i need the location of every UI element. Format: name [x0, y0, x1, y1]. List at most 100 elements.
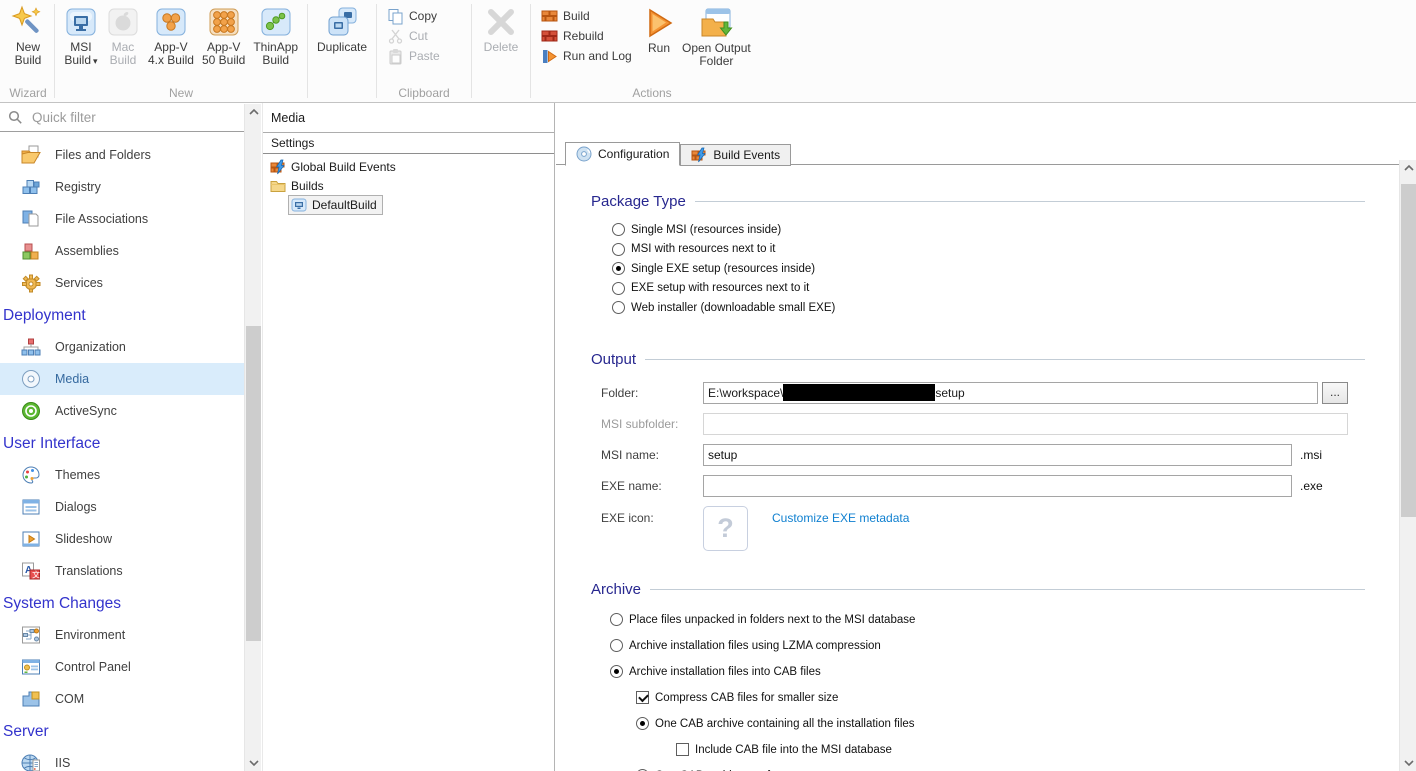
open-output-folder-button[interactable]: Open OutputFolder — [679, 4, 754, 68]
mac-apple-cube-icon — [106, 5, 140, 39]
configuration-panel: Configuration Build Events Package Type … — [556, 103, 1416, 771]
scroll-down-arrow-icon[interactable] — [1400, 755, 1416, 771]
radio-single-msi[interactable] — [612, 223, 625, 236]
radio-option-row[interactable]: One CAB archive per feature — [636, 763, 1399, 771]
sidebar-item-iis[interactable]: IIS — [0, 747, 244, 771]
radio-one-cab-all-files[interactable] — [636, 717, 649, 730]
radio-unpacked-folders[interactable] — [610, 613, 623, 626]
sidebar-item-label: File Associations — [55, 212, 148, 226]
appv4-build-button[interactable]: App-V4.x Build — [145, 3, 197, 67]
msi-build-button[interactable]: MSIBuild▾ — [61, 3, 101, 68]
msi-build-label-2: Build — [64, 53, 91, 67]
sidebar-item-slideshow[interactable]: Slideshow — [0, 523, 244, 555]
sidebar-item-registry[interactable]: Registry — [0, 171, 244, 203]
com-puzzle-icon — [20, 688, 42, 710]
sidebar-item-services[interactable]: Services — [0, 267, 244, 299]
exe-icon-placeholder-box[interactable]: ? — [703, 506, 748, 551]
thinapp-build-button[interactable]: ThinAppBuild — [250, 3, 301, 67]
sidebar-item-assemblies[interactable]: Assemblies — [0, 235, 244, 267]
rebuild-button[interactable]: Rebuild — [537, 26, 637, 46]
quick-filter — [0, 103, 244, 132]
checkbox-option-row[interactable]: Compress CAB files for smaller size — [636, 685, 1399, 711]
checkbox-include-cab-msi[interactable] — [676, 743, 689, 756]
ribbon-group-label-duplicate — [308, 86, 376, 102]
quick-filter-input[interactable] — [30, 109, 236, 126]
duplicate-button[interactable]: Duplicate — [314, 3, 370, 54]
exe-name-label: EXE name: — [601, 479, 703, 493]
sidebar-item-themes[interactable]: Themes — [0, 459, 244, 491]
rebuild-label: Rebuild — [563, 29, 604, 43]
cut-scissors-icon — [387, 28, 404, 45]
checkbox-label: Compress CAB files for smaller size — [655, 692, 838, 704]
tree-item-global-build-events[interactable]: Global Build Events — [263, 157, 554, 176]
customize-exe-metadata-link[interactable]: Customize EXE metadata — [772, 506, 909, 525]
msi-build-dropdown-arrow-icon[interactable]: ▾ — [93, 56, 98, 66]
radio-option-row[interactable]: One CAB archive containing all the insta… — [636, 711, 1399, 737]
new-build-button[interactable]: NewBuild — [8, 3, 48, 67]
rebuild-bricks-icon — [541, 28, 558, 45]
tree-column-header[interactable]: Settings — [263, 133, 554, 154]
files-and-folders-icon — [20, 144, 42, 166]
sidebar-item-environment[interactable]: Environment — [0, 619, 244, 651]
thinapp-cube-icon — [259, 5, 293, 39]
radio-option-row[interactable]: Archive installation files using LZMA co… — [610, 633, 1399, 659]
content-scrollbar[interactable] — [1399, 160, 1416, 771]
run-label: Run — [648, 41, 670, 55]
section-title-archive: Archive — [591, 580, 1365, 600]
checkbox-compress-cab[interactable] — [636, 691, 649, 704]
sidebar-item-organization[interactable]: Organization — [0, 331, 244, 363]
tree-item-builds[interactable]: Builds — [263, 176, 554, 195]
radio-option-row[interactable]: Place files unpacked in folders next to … — [610, 607, 1399, 633]
sidebar-item-com[interactable]: COM — [0, 683, 244, 715]
scroll-up-arrow-icon[interactable] — [245, 104, 262, 120]
sidebar-item-control-panel[interactable]: Control Panel — [0, 651, 244, 683]
tab-configuration[interactable]: Configuration — [565, 142, 680, 166]
run-and-log-button[interactable]: Run and Log — [537, 46, 637, 66]
exe-name-input[interactable] — [703, 475, 1292, 497]
sidebar-item-dialogs[interactable]: Dialogs — [0, 491, 244, 523]
sidebar-scrollbar-thumb[interactable] — [246, 326, 261, 641]
configuration-content: Package Type Single MSI (resources insid… — [556, 164, 1399, 771]
radio-msi-resources-next[interactable] — [612, 243, 625, 256]
copy-icon — [387, 8, 404, 25]
sidebar-item-files-and-folders[interactable]: Files and Folders — [0, 139, 244, 171]
tab-build-events[interactable]: Build Events — [680, 144, 791, 166]
copy-button[interactable]: Copy — [383, 6, 444, 26]
radio-option-row[interactable]: Web installer (downloadable small EXE) — [612, 298, 1399, 318]
radio-option-row[interactable]: MSI with resources next to it — [612, 240, 1399, 260]
assemblies-cubes-icon — [20, 240, 42, 262]
radio-option-row[interactable]: Single EXE setup (resources inside) — [612, 259, 1399, 279]
tree-item-defaultbuild[interactable]: DefaultBuild — [263, 195, 554, 214]
ribbon-group-new: MSIBuild▾ MacBuild App-V4.x Build App-V5… — [55, 0, 307, 102]
sidebar-item-translations[interactable]: A文 Translations — [0, 555, 244, 587]
environment-nodes-icon — [20, 624, 42, 646]
sidebar-item-label: IIS — [55, 756, 70, 770]
radio-exe-resources-next[interactable] — [612, 282, 625, 295]
radio-option-row[interactable]: Single MSI (resources inside) — [612, 220, 1399, 240]
run-button[interactable]: Run — [639, 4, 679, 55]
folder-value-suffix: setup — [935, 386, 964, 400]
dialogs-window-icon — [20, 496, 42, 518]
sidebar-item-media[interactable]: Media — [0, 363, 244, 395]
appv50-build-button[interactable]: App-V50 Build — [199, 3, 248, 67]
build-button[interactable]: Build — [537, 6, 637, 26]
folder-field[interactable]: E:\workspace\setup — [703, 382, 1318, 404]
folder-icon — [270, 178, 286, 194]
msi-name-input[interactable] — [703, 444, 1292, 466]
radio-option-row[interactable]: Archive installation files into CAB file… — [610, 659, 1399, 685]
content-scrollbar-thumb[interactable] — [1401, 184, 1416, 517]
scroll-down-arrow-icon[interactable] — [245, 755, 262, 771]
radio-web-installer[interactable] — [612, 301, 625, 314]
checkbox-option-row[interactable]: Include CAB file into the MSI database — [676, 737, 1399, 763]
sidebar-item-file-associations[interactable]: File Associations — [0, 203, 244, 235]
radio-single-exe[interactable] — [612, 262, 625, 275]
panel-title: Media — [263, 103, 554, 133]
browse-folder-button[interactable]: ... — [1322, 382, 1348, 404]
sidebar-scrollbar[interactable] — [244, 104, 261, 771]
sidebar-item-activesync[interactable]: ActiveSync — [0, 395, 244, 427]
radio-lzma-compression[interactable] — [610, 639, 623, 652]
radio-cab-files[interactable] — [610, 665, 623, 678]
tree-selected-item[interactable]: DefaultBuild — [288, 195, 383, 215]
scroll-up-arrow-icon[interactable] — [1400, 160, 1416, 176]
radio-option-row[interactable]: EXE setup with resources next to it — [612, 279, 1399, 299]
